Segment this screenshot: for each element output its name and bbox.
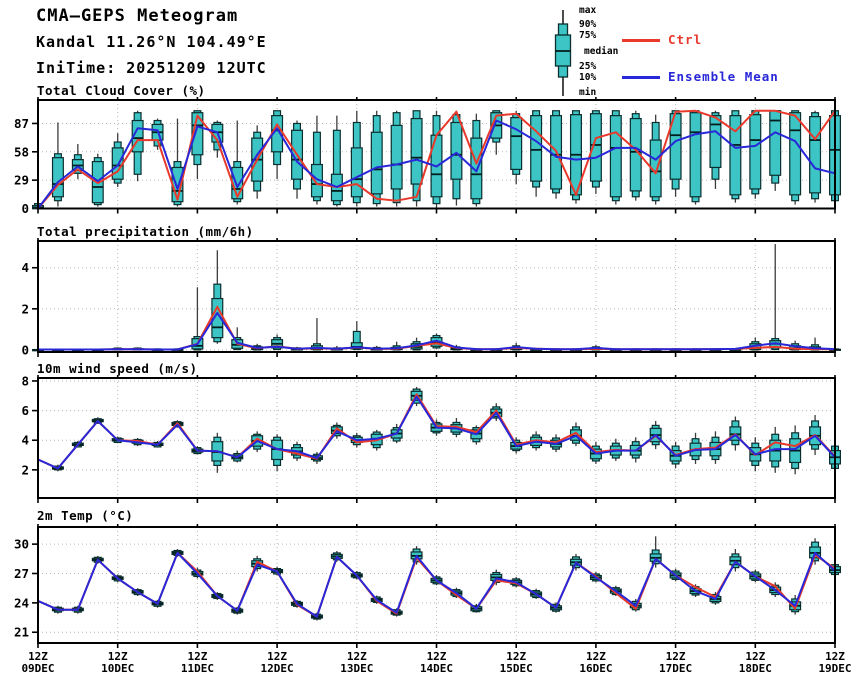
svg-text:0: 0 xyxy=(21,342,29,357)
svg-text:27: 27 xyxy=(14,566,29,581)
svg-text:87: 87 xyxy=(14,116,29,131)
svg-text:13DEC: 13DEC xyxy=(340,662,373,675)
svg-text:10DEC: 10DEC xyxy=(101,662,134,675)
svg-text:30: 30 xyxy=(14,537,29,552)
svg-text:18DEC: 18DEC xyxy=(739,662,772,675)
svg-text:6: 6 xyxy=(21,403,29,418)
svg-text:58: 58 xyxy=(14,144,29,159)
svg-text:16DEC: 16DEC xyxy=(579,662,612,675)
svg-text:09DEC: 09DEC xyxy=(21,662,54,675)
svg-text:14DEC: 14DEC xyxy=(420,662,453,675)
svg-text:4: 4 xyxy=(21,260,29,275)
svg-text:8: 8 xyxy=(21,373,29,388)
svg-text:2: 2 xyxy=(21,301,29,316)
svg-text:11DEC: 11DEC xyxy=(181,662,214,675)
meteogram-page: CMA—GEPS Meteogram Kandal 11.26°N 104.49… xyxy=(0,0,860,680)
svg-text:17DEC: 17DEC xyxy=(659,662,692,675)
svg-text:19DEC: 19DEC xyxy=(818,662,851,675)
svg-text:12DEC: 12DEC xyxy=(261,662,294,675)
svg-text:21: 21 xyxy=(14,625,29,640)
svg-text:29: 29 xyxy=(14,173,29,188)
svg-text:4: 4 xyxy=(21,433,29,448)
svg-text:2: 2 xyxy=(21,462,29,477)
svg-text:24: 24 xyxy=(14,595,29,610)
svg-text:0: 0 xyxy=(21,201,29,216)
meteogram-chart: 029588702424682124273012Z09DEC12Z10DEC12… xyxy=(14,97,852,675)
svg-text:15DEC: 15DEC xyxy=(500,662,533,675)
